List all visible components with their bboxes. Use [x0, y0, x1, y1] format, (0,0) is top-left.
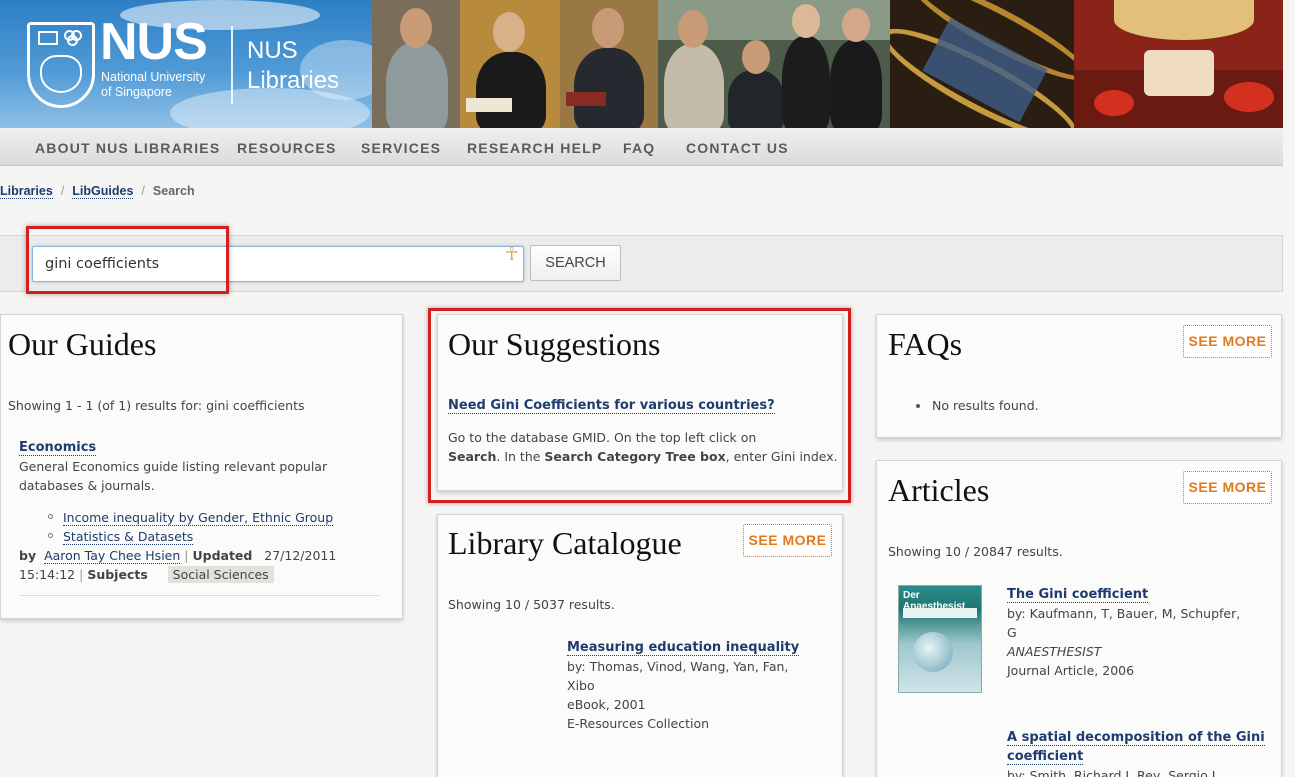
- main-nav: ABOUT NUS LIBRARIES RESOURCES SERVICES R…: [0, 128, 1283, 166]
- logo-main-text: NUS: [100, 13, 208, 71]
- banner-photo-staff-2: [460, 0, 560, 128]
- articles-title: Articles: [888, 472, 990, 508]
- banner-photo-lounge: [1074, 0, 1283, 128]
- banner-photo-staff-group: [658, 0, 890, 128]
- libraries-wordmark: NUS Libraries: [247, 37, 340, 94]
- nav-services[interactable]: SERVICES: [361, 140, 441, 156]
- guide-meta-2: 15:14:12 | Subjects Social Sciences: [19, 565, 274, 584]
- article-2-meta: by: Smith, Richard J, Rey, Sergio J: [1007, 768, 1216, 777]
- articles-showing: Showing 10 / 20847 results.: [888, 544, 1063, 559]
- guide-description: General Economics guide listing relevant…: [19, 459, 328, 493]
- catalogue-showing: Showing 10 / 5037 results.: [448, 597, 615, 612]
- nav-resources[interactable]: RESOURCES: [237, 140, 336, 156]
- article-2-link[interactable]: A spatial decomposition of the Gini coef…: [1007, 728, 1265, 766]
- catalogue-see-more-button[interactable]: SEE MORE: [743, 524, 832, 557]
- breadcrumb-libguides[interactable]: LibGuides: [72, 184, 134, 199]
- nav-contact-us[interactable]: CONTACT US: [686, 140, 789, 156]
- ankh-icon: ☥: [505, 244, 519, 265]
- banner-photo-staff-3: [560, 0, 658, 128]
- nus-logo[interactable]: NUS National University of Singapore NUS…: [0, 0, 390, 128]
- guides-showing: Showing 1 - 1 (of 1) results for: gini c…: [8, 398, 305, 413]
- article-1-link[interactable]: The Gini coefficient: [1007, 587, 1149, 603]
- faqs-see-more-button[interactable]: SEE MORE: [1183, 325, 1272, 358]
- subject-tag[interactable]: Social Sciences: [167, 566, 274, 583]
- highlight-box-search: [26, 226, 229, 294]
- site-banner: NUS National University of Singapore NUS…: [0, 0, 1283, 128]
- faqs-title: FAQs: [888, 326, 963, 362]
- breadcrumb-current: Search: [152, 184, 195, 198]
- faqs-empty: No results found.: [932, 398, 1039, 413]
- guide-economics-link[interactable]: Economics: [19, 440, 97, 456]
- guides-title: Our Guides: [8, 326, 157, 362]
- guide-sublink-statistics[interactable]: Statistics & Datasets: [63, 529, 194, 545]
- search-button[interactable]: SEARCH: [530, 245, 621, 281]
- nus-crest-icon: [27, 22, 95, 108]
- guide-meta: by Aaron Tay Chee Hsien | Updated 27/12/…: [19, 548, 337, 564]
- guide-author-link[interactable]: Aaron Tay Chee Hsien: [44, 548, 181, 564]
- articles-see-more-button[interactable]: SEE MORE: [1183, 471, 1272, 504]
- article-thumbnail[interactable]: Der Anaesthesist: [898, 585, 982, 693]
- guide-sublink-income[interactable]: Income inequality by Gender, Ethnic Grou…: [63, 510, 334, 526]
- catalogue-item-meta: by: Thomas, Vinod, Wang, Yan, Fan, Xibo …: [567, 659, 789, 731]
- breadcrumb-libraries[interactable]: Libraries: [0, 184, 53, 199]
- nav-research-help[interactable]: RESEARCH HELP: [467, 140, 602, 156]
- nav-about[interactable]: ABOUT NUS LIBRARIES: [35, 140, 220, 156]
- catalogue-item-link[interactable]: Measuring education inequality: [567, 640, 800, 656]
- nav-faq[interactable]: FAQ: [623, 140, 655, 156]
- breadcrumb: Libraries / LibGuides / Search: [0, 184, 195, 199]
- catalogue-title: Library Catalogue: [448, 525, 682, 561]
- highlight-box-suggestions: [428, 308, 851, 503]
- article-1-meta: by: Kaufmann, T, Bauer, M, Schupfer, G A…: [1007, 606, 1241, 678]
- logo-subtitle: National University of Singapore: [101, 70, 206, 99]
- banner-photo-staircase: [890, 0, 1074, 128]
- banner-photo-staff-1: [372, 0, 460, 128]
